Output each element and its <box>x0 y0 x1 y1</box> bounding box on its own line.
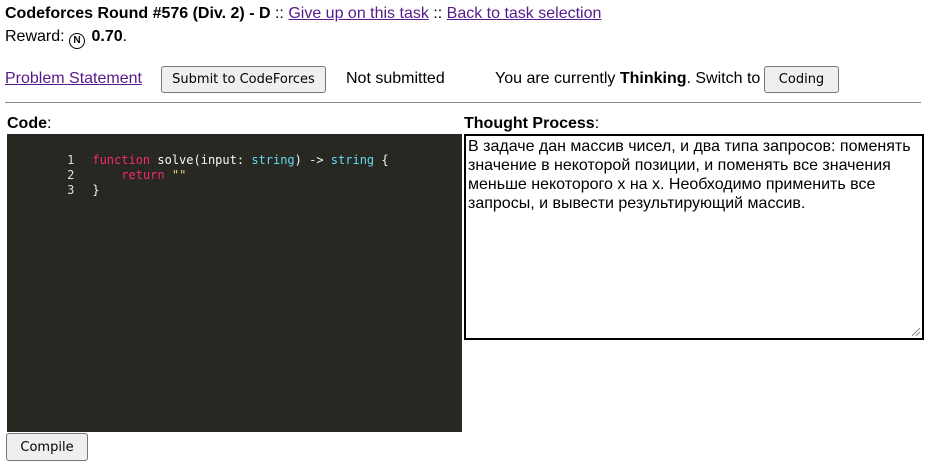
mode-switch-text: . Switch to <box>686 70 761 87</box>
separator: :: <box>274 5 284 22</box>
code-text: } <box>92 183 100 197</box>
line-number: 3 <box>67 183 75 197</box>
mode-indicator: You are currently Thinking. Switch to <box>495 70 760 88</box>
current-mode: Thinking <box>619 70 687 87</box>
code-line: 3} <box>7 168 99 197</box>
give-up-link[interactable]: Give up on this task <box>288 5 429 22</box>
reward-label: Reward: <box>5 28 65 45</box>
thought-label: Thought Process: <box>464 115 599 133</box>
code-text: { <box>374 153 389 167</box>
reward-suffix: . <box>122 28 128 45</box>
submission-status: Not submitted <box>346 70 445 87</box>
compile-button[interactable]: Compile <box>6 433 88 461</box>
reward-value: 0.70 <box>91 28 123 45</box>
code-label: Code: <box>7 115 51 133</box>
coin-icon: N <box>69 33 86 49</box>
type-token: string <box>251 153 295 167</box>
divider <box>5 102 921 103</box>
reward-line: Reward: N 0.70. <box>5 27 127 49</box>
code-label-colon: : <box>47 115 52 132</box>
code-line: 2 return "" <box>7 153 186 182</box>
problem-statement-link[interactable]: Problem Statement <box>5 70 142 88</box>
thought-text: В задаче дан массив чисел, и два типа за… <box>468 138 911 212</box>
string-literal: "" <box>171 168 187 182</box>
toolbar: Problem Statement Submit to CodeForces N… <box>5 66 920 94</box>
mode-prefix: You are currently <box>495 70 616 87</box>
resize-grip-icon[interactable] <box>911 327 921 337</box>
code-label-text: Code <box>7 115 47 132</box>
task-title: Codeforces Round #576 (Div. 2) - D <box>5 5 271 22</box>
separator: :: <box>433 5 443 22</box>
page: Codeforces Round #576 (Div. 2) - D :: Gi… <box>0 0 925 466</box>
back-to-selection-link[interactable]: Back to task selection <box>447 5 602 22</box>
code-line: 1 function solve(input: string) -> string… <box>7 138 388 167</box>
type-token: string <box>330 153 375 167</box>
code-editor[interactable]: 1 function solve(input: string) -> string… <box>7 134 462 432</box>
submit-to-codeforces-button[interactable]: Submit to CodeForces <box>161 66 326 93</box>
thought-process-textarea[interactable]: В задаче дан массив чисел, и два типа за… <box>464 134 924 340</box>
switch-to-coding-button[interactable]: Coding <box>764 66 839 93</box>
keyword: return <box>121 168 165 182</box>
thought-label-colon: : <box>594 115 600 132</box>
code-text: ) -> <box>294 153 331 167</box>
thought-label-text: Thought Process <box>464 115 595 132</box>
title-line: Codeforces Round #576 (Div. 2) - D :: Gi… <box>5 4 601 24</box>
